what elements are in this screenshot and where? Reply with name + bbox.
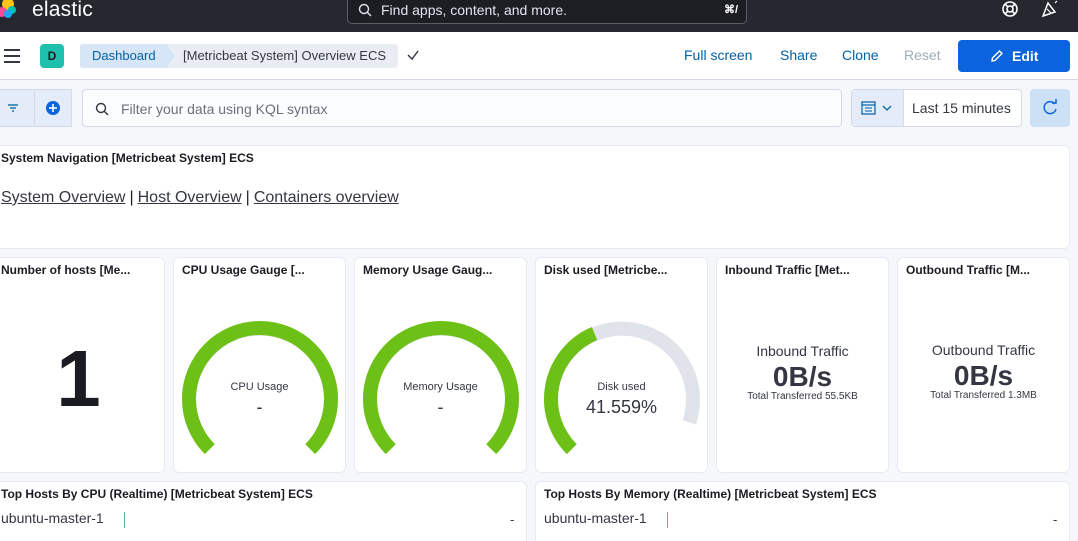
quick-select-button[interactable] — [852, 90, 904, 126]
panel-title: Outbound Traffic [M... — [906, 263, 1030, 277]
plus-circle-icon — [46, 101, 60, 115]
gauge-value: 41.559% — [585, 397, 658, 417]
panel-number-of-hosts: Number of hosts [Me... 1 — [0, 257, 165, 473]
link-containers-overview[interactable]: Containers overview — [254, 189, 399, 206]
gauge-value: - — [437, 397, 444, 417]
gauge-label: Disk used — [597, 381, 646, 393]
traffic-value: 0B/s — [772, 361, 833, 392]
link-system-overview[interactable]: System Overview — [1, 189, 125, 206]
search-icon — [358, 3, 372, 17]
traffic-heading: Inbound Traffic — [756, 343, 849, 359]
filter-menu-button[interactable] — [0, 89, 34, 127]
edit-button-label: Edit — [1012, 48, 1039, 64]
host-bar — [124, 512, 125, 528]
panel-memory-gauge: Memory Usage Gaug... Memory Usage - — [354, 257, 527, 473]
pencil-icon — [991, 50, 1003, 62]
refresh-icon — [1043, 99, 1057, 115]
reset-button[interactable]: Reset — [904, 47, 941, 63]
gauge-label: CPU Usage — [230, 381, 289, 393]
global-search-input[interactable]: Find apps, content, and more. ⌘/ — [347, 0, 747, 24]
panel-disk-used: Disk used [Metricbe... Disk used 41.559% — [535, 257, 708, 473]
edit-button[interactable]: Edit — [958, 40, 1070, 72]
time-range-label[interactable]: Last 15 minutes — [912, 100, 1011, 116]
panel-title: Number of hosts [Me... — [1, 263, 131, 277]
panel-title: Top Hosts By CPU (Realtime) [Metricbeat … — [1, 487, 313, 501]
traffic-total: Total Transferred 1.3MB — [930, 390, 1037, 401]
memory-gauge-chart — [363, 320, 519, 455]
panel-outbound-traffic: Outbound Traffic [M... Outbound Traffic … — [897, 257, 1070, 473]
panel-system-navigation: System Navigation [Metricbeat System] EC… — [0, 145, 1070, 249]
calendar-icon — [861, 101, 892, 115]
panel-title: Top Hosts By Memory (Realtime) [Metricbe… — [544, 487, 877, 501]
host-name: ubuntu-master-1 — [1, 510, 104, 526]
full-screen-button[interactable]: Full screen — [684, 47, 752, 63]
link-host-overview[interactable]: Host Overview — [138, 189, 242, 206]
host-value: - — [510, 512, 515, 527]
space-avatar[interactable]: D — [40, 44, 64, 68]
panel-inbound-traffic: Inbound Traffic [Met... Inbound Traffic … — [716, 257, 889, 473]
brand-name[interactable]: elastic — [32, 0, 93, 22]
gauge-label: Memory Usage — [403, 381, 478, 393]
panel-top-hosts-memory: Top Hosts By Memory (Realtime) [Metricbe… — [535, 481, 1070, 541]
kql-placeholder: Filter your data using KQL syntax — [121, 101, 328, 117]
search-icon — [95, 102, 109, 116]
host-value: - — [1053, 512, 1058, 527]
add-filter-button[interactable] — [34, 89, 72, 127]
navigation-links: System Overview | Host Overview | Containers… — [1, 189, 399, 207]
clone-button[interactable]: Clone — [842, 47, 879, 63]
traffic-heading: Outbound Traffic — [931, 342, 1036, 358]
breadcrumb-current: [Metricbeat System] Overview ECS — [168, 44, 398, 68]
search-shortcut: ⌘/ — [723, 4, 738, 16]
panel-cpu-gauge: CPU Usage Gauge [... CPU Usage - — [173, 257, 346, 473]
cpu-gauge-chart — [182, 320, 338, 455]
menu-icon[interactable] — [4, 49, 20, 63]
traffic-value: 0B/s — [953, 360, 1014, 391]
breadcrumb-dashboard[interactable]: Dashboard — [80, 44, 176, 68]
date-picker[interactable]: Last 15 minutes — [851, 89, 1022, 127]
host-bar — [667, 512, 668, 528]
app-header: D Dashboard [Metricbeat System] Overview… — [0, 32, 1078, 80]
filter-icon — [8, 104, 18, 112]
gauge-value: - — [256, 397, 263, 417]
panel-title: System Navigation [Metricbeat System] EC… — [1, 151, 254, 165]
check-icon — [407, 50, 419, 61]
kql-search-input[interactable]: Filter your data using KQL syntax — [82, 89, 842, 127]
traffic-total: Total Transferred 55.5KB — [747, 391, 858, 402]
refresh-button[interactable] — [1030, 89, 1070, 127]
link-separator: | — [129, 189, 134, 206]
newsfeed-icon[interactable] — [1040, 0, 1060, 20]
panel-top-hosts-cpu: Top Hosts By CPU (Realtime) [Metricbeat … — [0, 481, 527, 541]
help-icon[interactable] — [1000, 0, 1020, 20]
panel-title: Inbound Traffic [Met... — [725, 263, 850, 277]
search-placeholder: Find apps, content, and more. — [381, 2, 567, 18]
top-header: elastic Find apps, content, and more. ⌘/ — [0, 0, 1078, 32]
link-separator: | — [245, 189, 250, 206]
disk-gauge-chart — [543, 321, 700, 455]
share-button[interactable]: Share — [780, 47, 817, 63]
hosts-count: 1 — [56, 334, 101, 423]
host-name: ubuntu-master-1 — [544, 510, 647, 526]
elastic-logo-icon[interactable] — [0, 0, 18, 20]
